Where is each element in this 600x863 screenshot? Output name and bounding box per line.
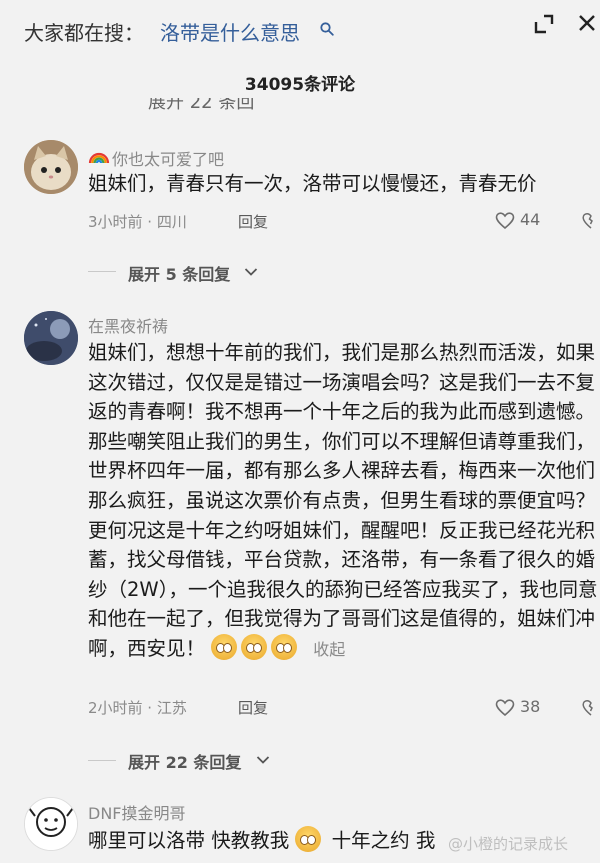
like-count: 38: [520, 697, 541, 716]
comment-body: 姐妹们，想想十年前的我们，我们是那么热烈而活泼，如果这次错过，仅仅是是错过一场演…: [88, 341, 598, 660]
avatar[interactable]: [24, 140, 78, 194]
doodle-avatar-icon: [25, 798, 77, 850]
clipped-reply-text: 展开 22 条回复: [148, 98, 255, 112]
comment-text: 哪里可以洛带 快教教我 十年之约 我: [88, 826, 435, 856]
like-count: 44: [520, 210, 541, 229]
chevron-down-icon[interactable]: [256, 755, 270, 765]
heart-icon[interactable]: [495, 212, 515, 230]
comment-text: 姐妹们，青春只有一次，洛带可以慢慢还，青春无价: [88, 172, 537, 195]
comment-count: 34095: [244, 75, 305, 95]
clipped-reply-toggle: 展开 22 条回复: [148, 98, 268, 112]
divider: [88, 760, 116, 761]
username[interactable]: DNF摸金明哥: [88, 800, 186, 824]
watermark: @小橙的记录成长: [448, 835, 569, 853]
search-icon[interactable]: [320, 22, 334, 36]
comment-meta: 3小时前 · 四川: [88, 213, 187, 231]
rainbow-icon: [88, 152, 110, 164]
pleading-face-icon: [211, 633, 238, 660]
cat-avatar-icon: [24, 140, 78, 194]
crying-face-icon: [295, 826, 322, 852]
chevron-down-icon[interactable]: [244, 267, 258, 277]
pleading-face-icon: [271, 633, 298, 660]
comment-count-title: 34095条评论: [0, 70, 600, 95]
username[interactable]: 在黑夜祈祷: [88, 313, 168, 337]
comment-body-part: 哪里可以洛带 快教教我: [88, 829, 290, 852]
comment-body-part: 我: [415, 829, 436, 852]
username[interactable]: 你也太可爱了吧: [112, 146, 224, 170]
reply-button[interactable]: 回复: [238, 211, 268, 232]
collapse-button[interactable]: 收起: [313, 640, 345, 659]
search-term-link[interactable]: 洛带是什么意思: [160, 17, 300, 46]
close-icon[interactable]: [578, 14, 596, 32]
pleading-face-icon: [241, 633, 268, 660]
comment-text: 姐妹们，想想十年前的我们，我们是那么热烈而活泼，如果这次错过，仅仅是是错过一场演…: [88, 338, 598, 665]
comment-count-suffix: 条评论: [304, 75, 356, 95]
avatar[interactable]: [24, 311, 78, 365]
avatar[interactable]: [24, 797, 78, 851]
comment-body-part: 十年之约: [331, 829, 410, 852]
reply-button[interactable]: 回复: [238, 697, 268, 718]
expand-replies-button[interactable]: 展开 5 条回复: [128, 261, 230, 285]
search-prefix: 大家都在搜：: [24, 21, 144, 45]
expand-icon[interactable]: [534, 14, 554, 34]
night-sky-avatar-icon: [24, 311, 78, 365]
comment-meta: 2小时前 · 江苏: [88, 699, 187, 717]
divider: [88, 271, 116, 272]
heart-icon[interactable]: [495, 699, 515, 717]
expand-replies-button[interactable]: 展开 22 条回复: [128, 749, 241, 773]
broken-heart-icon[interactable]: [582, 699, 600, 717]
broken-heart-icon[interactable]: [582, 212, 600, 230]
